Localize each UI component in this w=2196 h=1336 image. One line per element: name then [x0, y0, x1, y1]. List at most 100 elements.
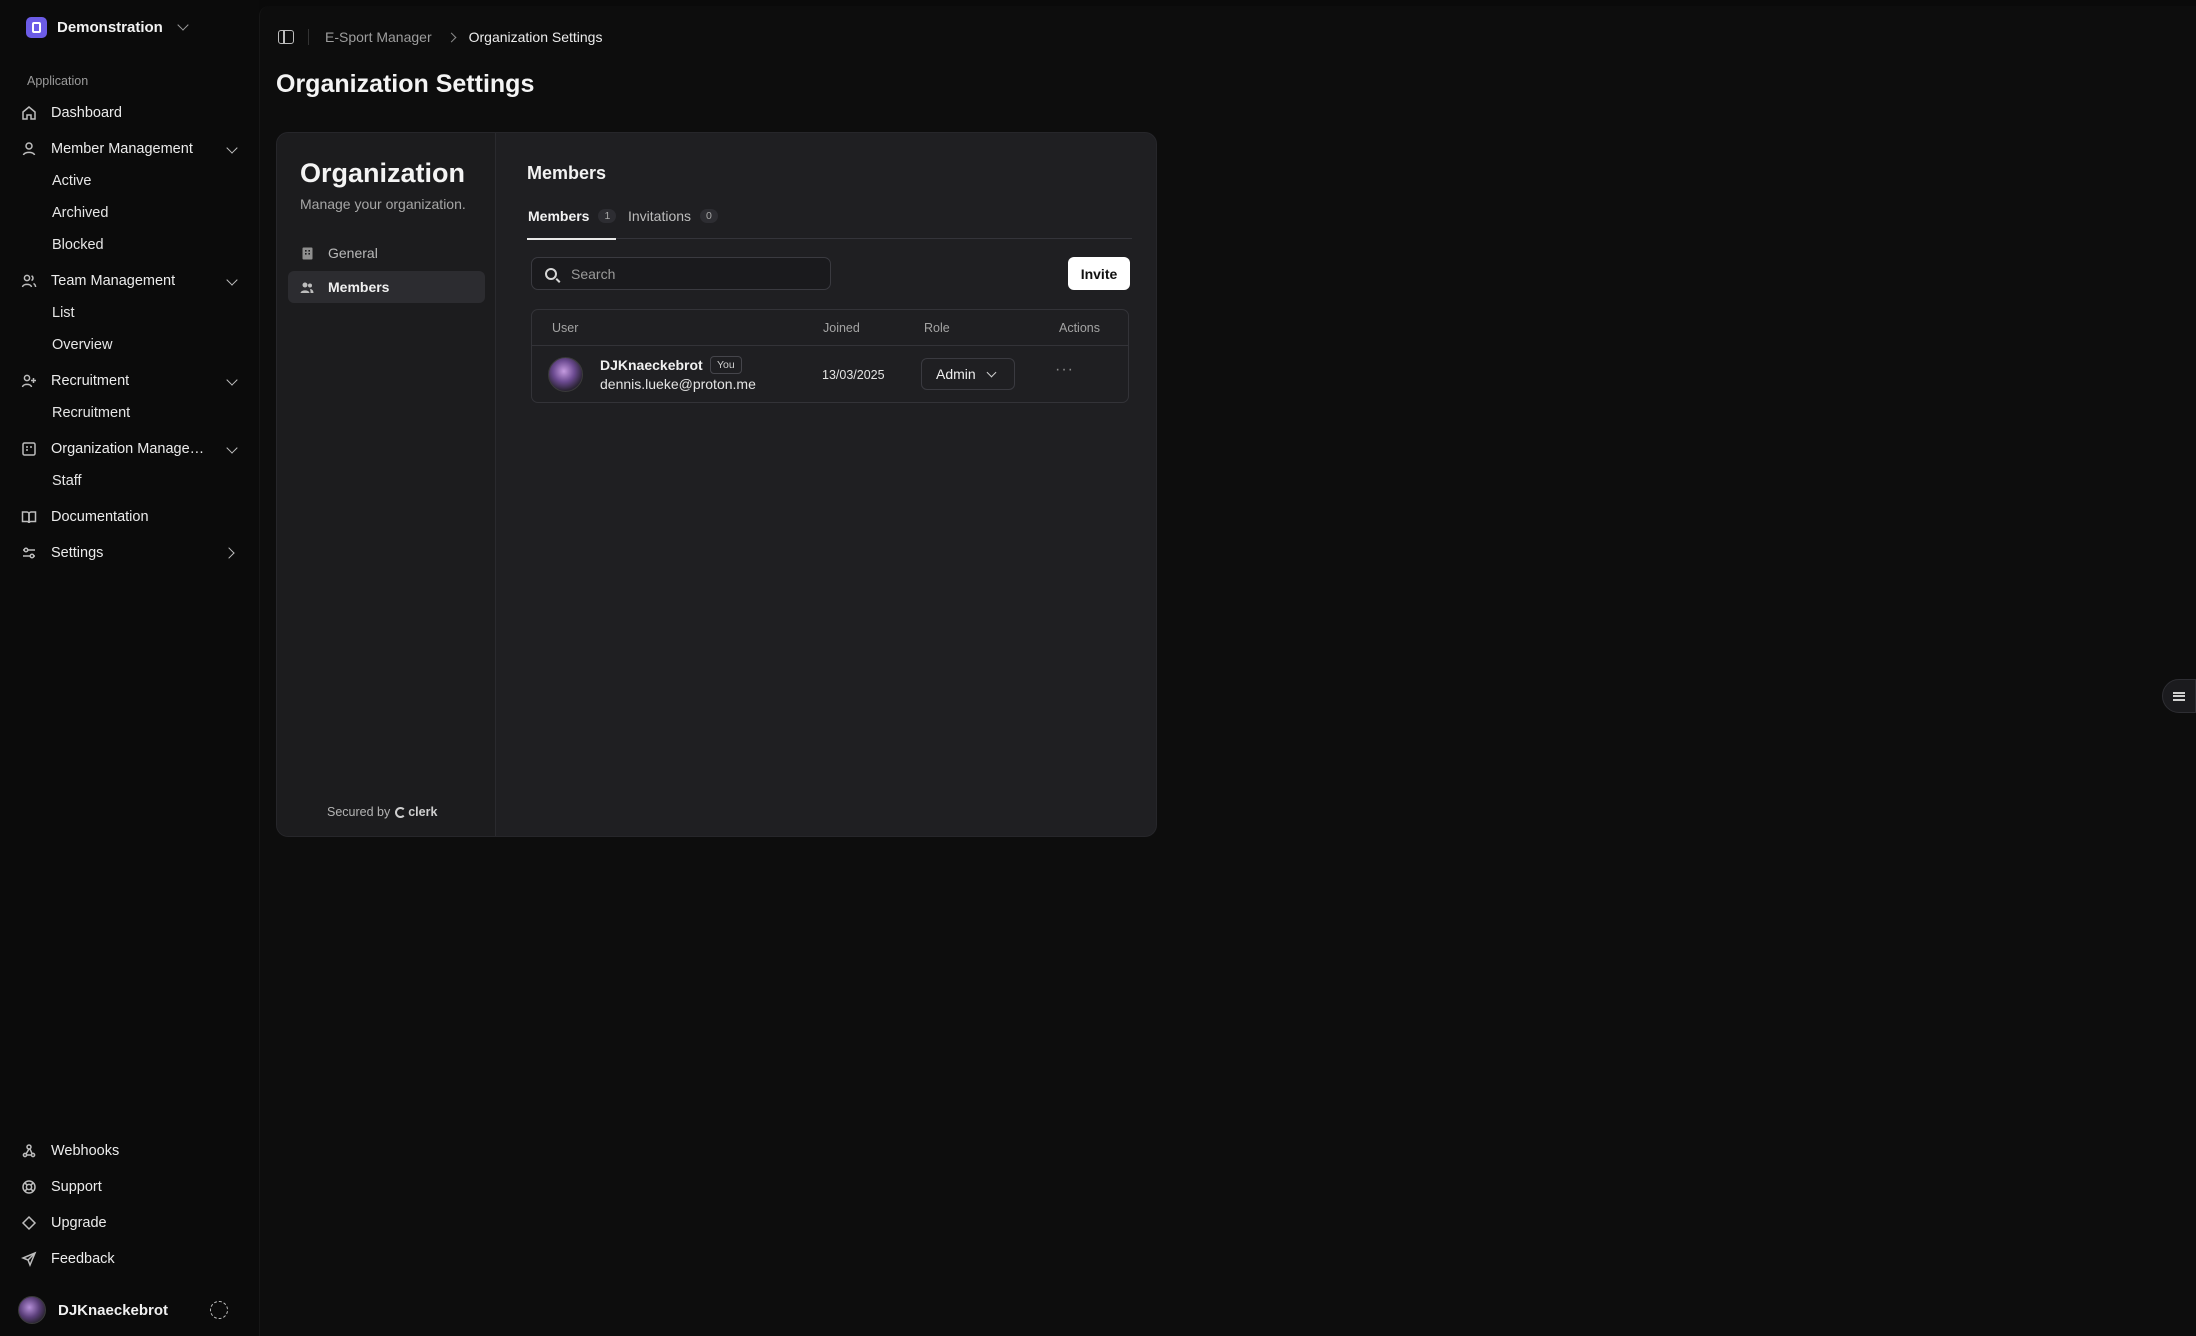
sidebar-subitem-list[interactable]: List	[52, 299, 75, 327]
invite-button[interactable]: Invite	[1068, 257, 1130, 290]
sidebar-item-dashboard[interactable]: Dashboard	[20, 98, 244, 128]
chevron-down-icon[interactable]	[226, 374, 238, 386]
theme-toggle-icon[interactable]	[210, 1301, 228, 1319]
sidebar-section-label: Application	[27, 74, 89, 88]
main-content: E-Sport Manager Organization Settings Or…	[259, 6, 2196, 1336]
book-icon	[20, 508, 38, 526]
webhook-icon	[20, 1142, 38, 1160]
members-table: User Joined Role Actions DJKnaeckebrot Y…	[531, 309, 1129, 403]
send-icon	[20, 1250, 38, 1268]
sidebar: Demonstration Application Dashboard Memb…	[0, 0, 259, 1336]
chevron-down-icon[interactable]	[226, 442, 238, 454]
sidebar-item-support[interactable]: Support	[20, 1172, 244, 1202]
sidebar-subitem-active[interactable]: Active	[52, 167, 92, 195]
sidebar-item-upgrade[interactable]: Upgrade	[20, 1208, 244, 1238]
column-header-role: Role	[924, 321, 950, 335]
sidebar-subitem-staff[interactable]: Staff	[52, 467, 82, 495]
member-name: DJKnaeckebrot	[600, 357, 703, 373]
breadcrumb-parent[interactable]: E-Sport Manager	[325, 29, 432, 45]
tab-label: Members	[528, 208, 590, 224]
search-icon	[545, 267, 557, 280]
tab-invitations[interactable]: Invitations 0	[628, 208, 718, 239]
tab-members[interactable]: Members 1	[526, 208, 617, 240]
sidebar-item-label: Recruitment	[51, 373, 130, 389]
breadcrumb-current: Organization Settings	[468, 29, 603, 45]
you-badge: You	[710, 356, 742, 374]
floating-toolbar-button[interactable]	[2162, 679, 2196, 713]
chevron-down-icon[interactable]	[226, 274, 238, 286]
clerk-icon	[395, 806, 407, 818]
sidebar-item-recruitment[interactable]: Recruitment	[20, 366, 244, 396]
sidebar-subitem-recruitment[interactable]: Recruitment	[52, 399, 130, 427]
column-header-joined: Joined	[823, 321, 860, 335]
sidebar-item-label: Webhooks	[51, 1143, 120, 1159]
workspace-logo-icon	[26, 16, 47, 38]
members-panel: Members Members 1 Invitations 0 Invite U…	[496, 133, 1156, 836]
search-field[interactable]	[531, 257, 831, 290]
secured-by-footer[interactable]: Secured by clerk	[327, 805, 437, 819]
section-title: Members	[527, 163, 607, 183]
users-icon	[20, 272, 38, 290]
home-icon	[20, 104, 38, 122]
sliders-icon	[20, 544, 38, 562]
card-nav-label: General	[328, 245, 378, 261]
sidebar-item-team-management[interactable]: Team Management	[20, 266, 244, 296]
column-header-actions: Actions	[1059, 321, 1100, 335]
sidebar-subitem-overview[interactable]: Overview	[52, 331, 112, 359]
more-actions-icon[interactable]: ···	[1055, 361, 1074, 379]
lifebuoy-icon	[20, 1178, 38, 1196]
sidebar-item-member-management[interactable]: Member Management	[20, 134, 244, 164]
clerk-wordmark: clerk	[408, 805, 438, 819]
sidebar-item-label: Dashboard	[51, 105, 122, 121]
sidebar-item-label: Documentation	[51, 509, 149, 525]
table-header: User Joined Role Actions	[532, 310, 1128, 346]
sidebar-item-label: Member Management	[51, 141, 193, 157]
workspace-switcher[interactable]: Demonstration	[26, 15, 189, 39]
sidebar-subitem-blocked[interactable]: Blocked	[52, 231, 104, 259]
clerk-logo: clerk	[395, 805, 437, 819]
sidebar-item-organization-management[interactable]: Organization Management	[20, 434, 244, 464]
chevron-down-icon	[177, 19, 189, 31]
user-menu[interactable]: DJKnaeckebrot	[18, 1296, 248, 1324]
divider	[308, 29, 309, 45]
secured-by-text: Secured by	[327, 805, 391, 819]
sidebar-item-label: Support	[51, 1179, 102, 1195]
building-icon	[300, 246, 314, 260]
sidebar-item-label: Feedback	[51, 1251, 115, 1267]
role-select[interactable]: Admin	[921, 358, 1015, 390]
sidebar-item-label: Team Management	[51, 273, 176, 289]
organization-profile-card: Organization Manage your organization. G…	[276, 132, 1157, 837]
sidebar-item-feedback[interactable]: Feedback	[20, 1244, 244, 1274]
sidebar-item-documentation[interactable]: Documentation	[20, 502, 244, 532]
sidebar-item-label: Organization Management	[51, 441, 211, 457]
card-subtitle: Manage your organization.	[300, 196, 466, 212]
sidebar-item-webhooks[interactable]: Webhooks	[20, 1136, 244, 1166]
workspace-name: Demonstration	[57, 18, 163, 36]
member-joined-date: 13/03/2025	[822, 368, 885, 382]
card-nav-general[interactable]: General	[288, 237, 485, 269]
card-nav-label: Members	[328, 279, 390, 295]
sidebar-subitem-archived[interactable]: Archived	[52, 199, 108, 227]
tab-label: Invitations	[628, 208, 692, 224]
member-email: dennis.lueke@proton.me	[600, 376, 756, 392]
role-value: Admin	[936, 366, 976, 382]
search-input[interactable]	[571, 265, 821, 282]
user-name: DJKnaeckebrot	[58, 1301, 169, 1319]
diamond-icon	[20, 1214, 38, 1232]
sidebar-toggle-icon[interactable]	[278, 30, 294, 44]
card-nav-members[interactable]: Members	[288, 271, 485, 303]
count-badge: 1	[598, 209, 617, 223]
card-navigation: Organization Manage your organization. G…	[277, 133, 496, 836]
user-icon	[20, 140, 38, 158]
list-settings-icon	[2173, 691, 2185, 701]
sidebar-item-label: Upgrade	[51, 1215, 107, 1231]
sidebar-item-settings[interactable]: Settings	[20, 538, 244, 568]
avatar	[18, 1296, 46, 1324]
column-header-user: User	[552, 321, 579, 335]
topbar: E-Sport Manager Organization Settings	[278, 26, 602, 48]
building-icon	[20, 440, 38, 458]
members-tabs: Members 1 Invitations 0	[526, 208, 1132, 240]
chevron-down-icon[interactable]	[226, 142, 238, 154]
sidebar-item-label: Settings	[51, 545, 104, 561]
chevron-right-icon[interactable]	[223, 547, 235, 559]
